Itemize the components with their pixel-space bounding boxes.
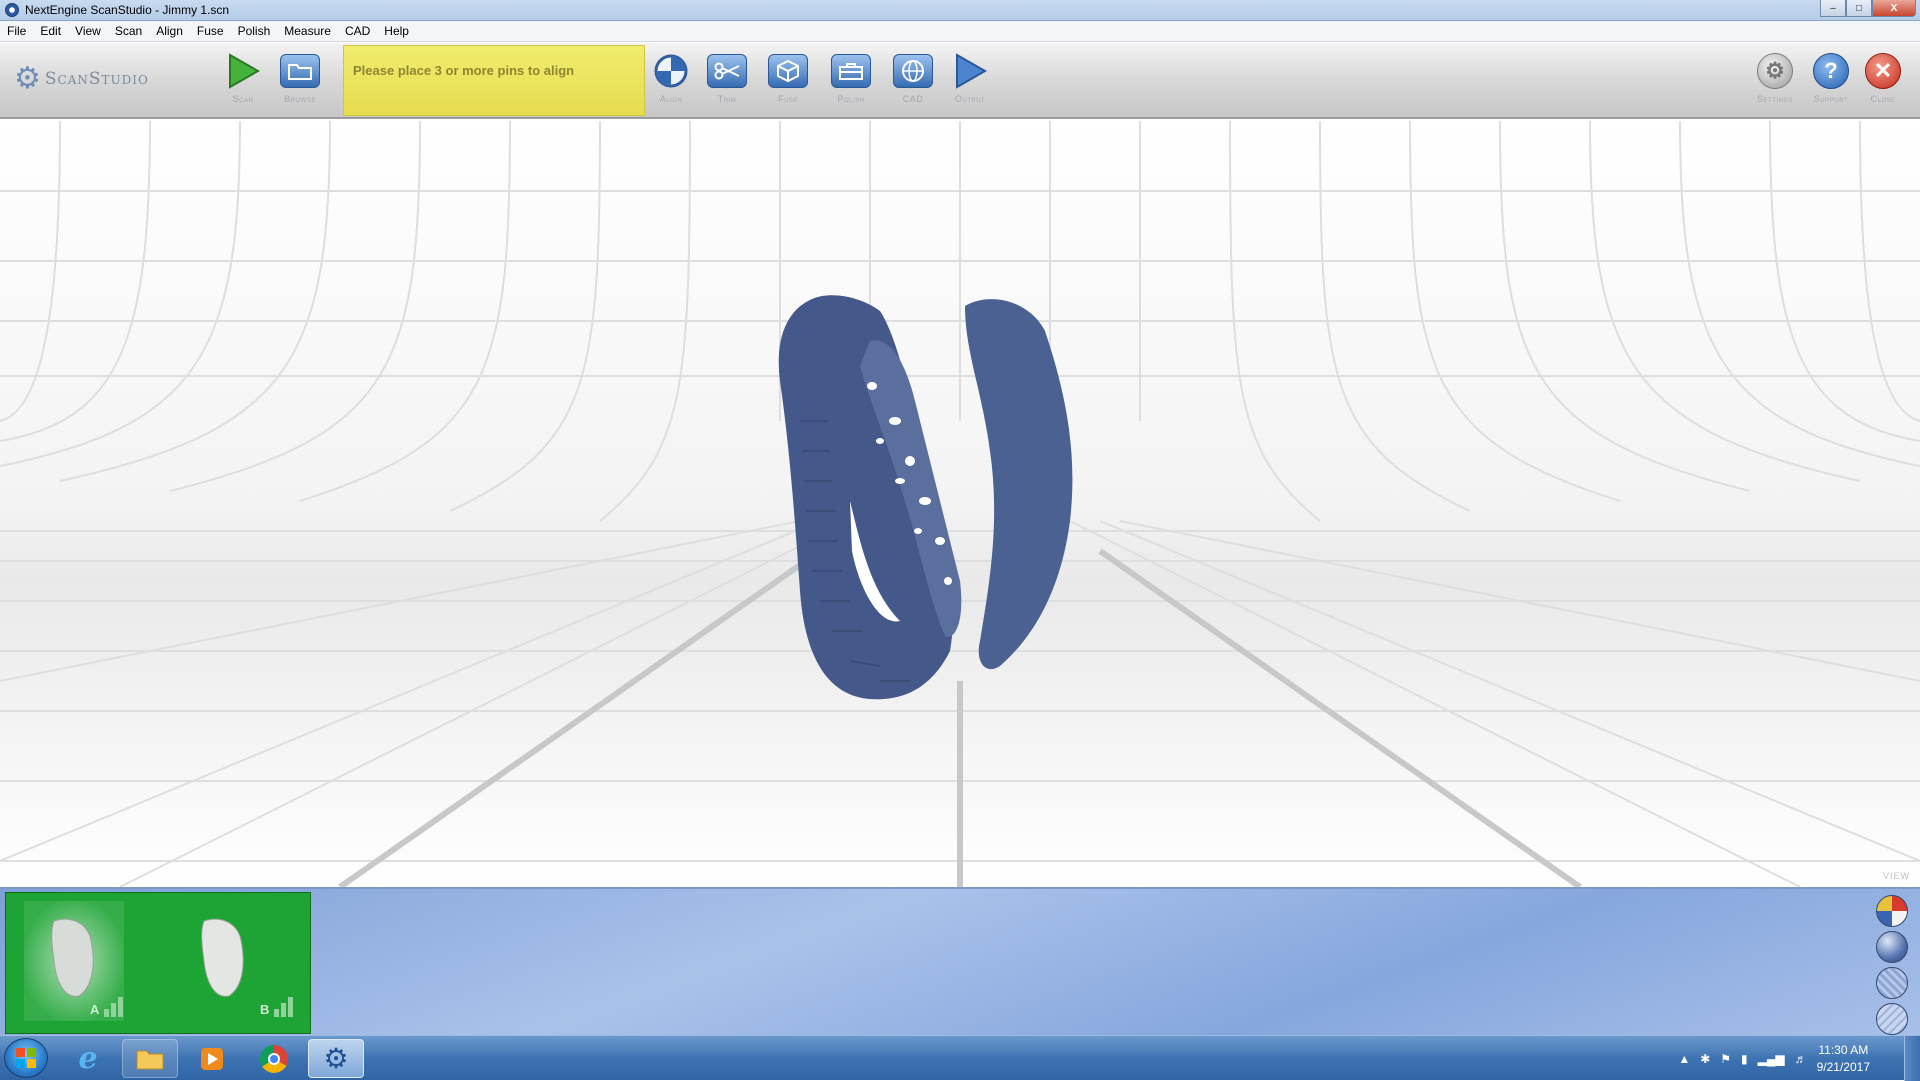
- cad-label: CAD: [902, 94, 924, 104]
- scan-b-label: B: [260, 1002, 270, 1017]
- scissors-icon: [707, 54, 747, 88]
- menu-fuse[interactable]: Fuse: [190, 24, 231, 38]
- close-app-button[interactable]: ✕ Close: [1857, 51, 1909, 113]
- output-arrow-icon: [948, 51, 992, 91]
- clock[interactable]: 11:30 AM 9/21/2017: [1817, 1042, 1870, 1076]
- support-label: Support: [1813, 94, 1849, 104]
- scanstudio-logo: ⚙ ScanStudio: [14, 61, 149, 96]
- support-button[interactable]: ? Support: [1805, 51, 1857, 113]
- action-center-flag-icon[interactable]: ⚑: [1720, 1052, 1731, 1066]
- windows-logo-icon: [16, 1048, 36, 1068]
- system-tray: ▲ ✱ ⚑ ▮ ▂▄▆ ♬ 11:30 AM 9/21/2017: [1678, 1036, 1870, 1081]
- align-icon: [649, 51, 693, 91]
- trim-button[interactable]: Trim: [701, 51, 753, 113]
- tray-expand-icon[interactable]: ▲: [1678, 1052, 1690, 1066]
- title-bar: NextEngine ScanStudio - Jimmy 1.scn – □ …: [0, 0, 1920, 21]
- 3d-viewport[interactable]: VIEW: [0, 121, 1920, 887]
- scan-button[interactable]: Scan: [217, 51, 269, 113]
- main-toolbar: ⚙ ScanStudio Scan Browse Please place 3 …: [0, 43, 1920, 119]
- settings-button[interactable]: ⚙ Settings: [1749, 51, 1801, 113]
- fuse-label: Fuse: [778, 94, 798, 104]
- render-mode-buttons: [1876, 895, 1910, 1039]
- menu-measure[interactable]: Measure: [277, 24, 338, 38]
- toolbox-icon: [831, 54, 871, 88]
- scanstudio-taskbar-icon[interactable]: ⚙: [308, 1039, 364, 1078]
- logo-text: ScanStudio: [44, 68, 149, 89]
- menu-scan[interactable]: Scan: [108, 24, 149, 38]
- view-label: VIEW: [1882, 871, 1910, 881]
- scan-thumbnail-panel: A B: [0, 887, 1920, 1035]
- output-label: Output: [955, 94, 985, 104]
- cad-button[interactable]: CAD: [887, 51, 939, 113]
- scan-thumbnail-strip: A B: [5, 892, 311, 1034]
- menu-align[interactable]: Align: [149, 24, 190, 38]
- folder-icon: [280, 54, 320, 88]
- window-controls: – □ X: [1820, 0, 1916, 17]
- start-button[interactable]: [4, 1038, 48, 1078]
- output-button[interactable]: Output: [944, 51, 996, 113]
- menu-polish[interactable]: Polish: [231, 24, 278, 38]
- minimize-button[interactable]: –: [1820, 0, 1846, 17]
- trim-label: Trim: [717, 94, 737, 104]
- windows-taskbar: e ⚙ ▲ ✱ ⚑ ▮ ▂▄▆ ♬ 11:30 AM 9/21/2017: [0, 1035, 1920, 1081]
- scan-a-label: A: [90, 1002, 100, 1017]
- show-desktop-button[interactable]: [1904, 1036, 1920, 1081]
- instruction-text: Please place 3 or more pins to align: [353, 63, 575, 78]
- close-icon: ✕: [1865, 53, 1901, 89]
- scan-b-quality-icon: [274, 997, 293, 1017]
- window-title: NextEngine ScanStudio - Jimmy 1.scn: [25, 3, 230, 17]
- cube-icon: [768, 54, 808, 88]
- settings-gear-icon: ⚙: [1757, 53, 1793, 89]
- scan-a-quality-icon: [104, 997, 123, 1017]
- solid-sphere-icon[interactable]: [1876, 931, 1908, 963]
- align-label: Align: [659, 94, 683, 104]
- polish-label: Polish: [837, 94, 865, 104]
- settings-label: Settings: [1756, 94, 1793, 104]
- play-icon: [221, 51, 265, 91]
- menu-bar: File Edit View Scan Align Fuse Polish Me…: [0, 21, 1920, 42]
- close-window-button[interactable]: X: [1872, 0, 1916, 17]
- mesh-sphere-icon[interactable]: [1876, 967, 1908, 999]
- help-icon: ?: [1813, 53, 1849, 89]
- power-icon[interactable]: ▮: [1741, 1052, 1748, 1066]
- scan-label: Scan: [232, 94, 254, 104]
- color-texture-sphere-icon[interactable]: [1876, 895, 1908, 927]
- chrome-icon[interactable]: [246, 1039, 302, 1078]
- menu-cad[interactable]: CAD: [338, 24, 377, 38]
- wireframe-sphere-icon[interactable]: [1876, 1003, 1908, 1035]
- scan-a-preview: [51, 918, 94, 997]
- browse-button[interactable]: Browse: [274, 51, 326, 113]
- close-label: Close: [1870, 94, 1896, 104]
- align-button[interactable]: Align: [645, 51, 697, 113]
- app-icon: [5, 3, 19, 17]
- fuse-button[interactable]: Fuse: [762, 51, 814, 113]
- scan-b-preview: [201, 918, 244, 997]
- instruction-message: Please place 3 or more pins to align: [343, 45, 645, 116]
- grid-floor: [0, 121, 1920, 887]
- gear-logo-icon: ⚙: [14, 62, 41, 95]
- network-signal-icon[interactable]: ▂▄▆: [1758, 1052, 1785, 1066]
- bluetooth-icon[interactable]: ✱: [1700, 1052, 1710, 1066]
- maximize-button[interactable]: □: [1846, 0, 1872, 17]
- menu-view[interactable]: View: [68, 24, 108, 38]
- file-explorer-icon[interactable]: [122, 1039, 178, 1078]
- clock-date: 9/21/2017: [1816, 1059, 1870, 1074]
- scan-thumbnail-a[interactable]: A: [24, 901, 124, 1021]
- menu-help[interactable]: Help: [377, 24, 416, 38]
- scan-thumbnail-b[interactable]: B: [174, 901, 293, 1021]
- clock-time: 11:30 AM: [1818, 1042, 1869, 1057]
- menu-edit[interactable]: Edit: [33, 24, 68, 38]
- polish-button[interactable]: Polish: [825, 51, 877, 113]
- menu-file[interactable]: File: [0, 24, 33, 38]
- internet-explorer-icon[interactable]: e: [60, 1039, 116, 1078]
- media-player-icon[interactable]: [184, 1039, 240, 1078]
- volume-icon[interactable]: ♬: [1795, 1052, 1807, 1066]
- browse-label: Browse: [284, 94, 316, 104]
- globe-icon: [893, 54, 933, 88]
